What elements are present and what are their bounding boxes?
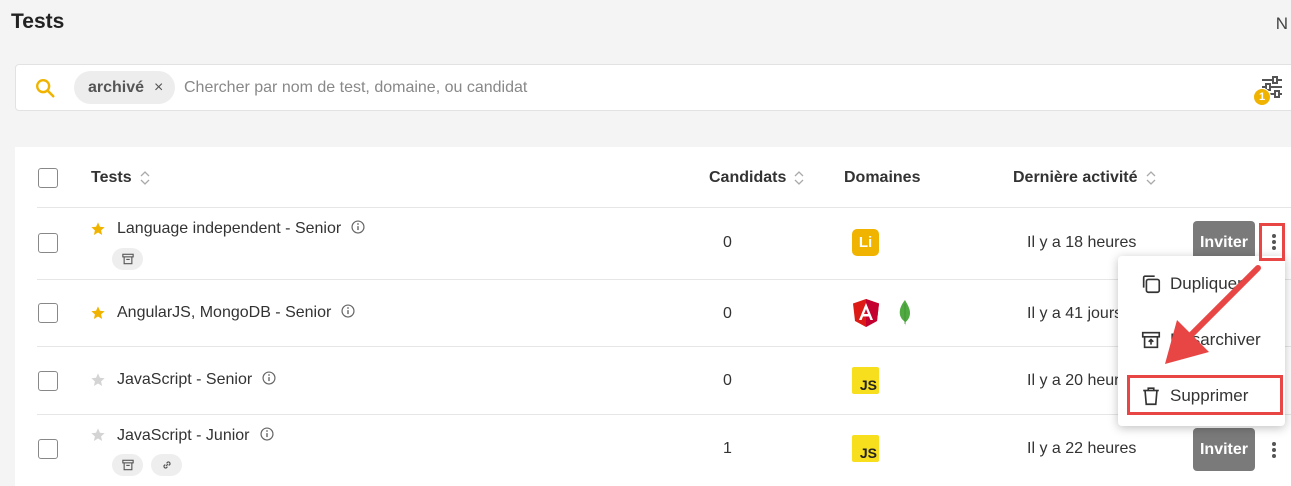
header-domains-label: Domaines	[844, 169, 921, 186]
header-activity[interactable]: Dernière activité	[1013, 169, 1156, 187]
test-name-label: Language independent - Senior	[117, 220, 342, 237]
archive-icon	[121, 459, 134, 471]
table-row[interactable]: JavaScript - Senior 0 JS Il y a 20 heure…	[15, 347, 1291, 414]
menu-item-label: Désarchiver	[1170, 330, 1261, 349]
test-name[interactable]: JavaScript - Junior	[117, 427, 274, 445]
header-candidates-label: Candidats	[709, 169, 787, 186]
tests-table: Tests Candidats Domaines Dernière activi…	[15, 147, 1291, 486]
test-name[interactable]: Language independent - Senior	[117, 220, 365, 238]
row-checkbox[interactable]	[38, 303, 58, 323]
page-title: Tests	[11, 10, 65, 33]
test-name-label: AngularJS, MongoDB - Senior	[117, 304, 332, 321]
chip-close-icon[interactable]: ×	[154, 79, 163, 97]
info-icon[interactable]	[262, 371, 276, 385]
header-domains: Domaines	[844, 169, 920, 187]
sort-icon	[1146, 171, 1155, 185]
search-input[interactable]	[184, 76, 884, 100]
archived-tag	[112, 248, 143, 270]
select-all-checkbox[interactable]	[38, 168, 58, 188]
sort-icon	[140, 171, 150, 185]
archived-tag	[112, 454, 143, 476]
search-bar: archivé × 1	[15, 64, 1291, 111]
sort-icon	[794, 171, 804, 185]
table-row[interactable]: JavaScript - Junior 1 JS Il y a 22 heure…	[15, 415, 1291, 486]
test-name-label: JavaScript - Senior	[117, 371, 253, 388]
last-activity: Il y a 18 heures	[1027, 234, 1137, 251]
more-vertical-icon[interactable]	[1269, 440, 1279, 460]
table-row[interactable]: AngularJS, MongoDB - Senior 0 Il y a 41 …	[15, 280, 1291, 346]
filter-chip-archived: archivé ×	[74, 71, 176, 104]
candidates-count: 1	[723, 440, 732, 457]
invite-button[interactable]: Inviter	[1193, 428, 1255, 471]
more-vertical-icon[interactable]	[1269, 232, 1279, 252]
candidates-count: 0	[723, 234, 732, 251]
info-icon[interactable]	[259, 427, 274, 441]
menu-item-label: Supprimer	[1170, 386, 1249, 405]
copy-icon	[1142, 275, 1161, 294]
star-filled-icon[interactable]	[90, 305, 106, 321]
test-name[interactable]: JavaScript - Senior	[117, 371, 276, 389]
candidates-count: 0	[723, 372, 732, 389]
mongodb-icon	[899, 300, 910, 326]
top-right-letter: N	[1275, 14, 1288, 33]
domain-js-badge: JS	[852, 435, 879, 462]
table-row[interactable]: Language independent - Senior 0 Li Il y …	[15, 208, 1291, 279]
header-candidates[interactable]: Candidats	[709, 169, 804, 187]
header-tests-label: Tests	[91, 169, 132, 186]
filter-count-badge: 1	[1253, 88, 1271, 106]
test-name-label: JavaScript - Junior	[117, 427, 250, 444]
candidates-count: 0	[723, 305, 732, 322]
link-icon	[162, 461, 171, 469]
last-activity: Il y a 22 heures	[1027, 440, 1137, 457]
row-checkbox[interactable]	[38, 233, 58, 253]
menu-item-duplicate[interactable]: Dupliquer	[1118, 269, 1285, 299]
domain-js-badge: JS	[852, 367, 879, 394]
trash-icon	[1143, 387, 1159, 406]
filter-chip-label: archivé	[88, 78, 145, 96]
angular-icon	[853, 299, 879, 327]
domain-li-badge: Li	[852, 229, 879, 256]
menu-item-unarchive[interactable]: Désarchiver	[1118, 325, 1285, 355]
header-activity-label: Dernière activité	[1013, 169, 1138, 186]
row-actions-menu: Dupliquer Désarchiver Supprimer	[1118, 256, 1285, 426]
star-filled-icon[interactable]	[90, 221, 106, 237]
menu-item-delete[interactable]: Supprimer	[1118, 381, 1285, 411]
unarchive-icon	[1141, 331, 1161, 349]
header-tests[interactable]: Tests	[91, 169, 150, 187]
info-icon[interactable]	[341, 304, 355, 318]
search-icon	[36, 79, 55, 98]
last-activity: Il y a 41 jours	[1027, 305, 1123, 322]
link-tag[interactable]	[151, 454, 182, 476]
row-checkbox[interactable]	[38, 439, 58, 459]
archive-icon	[121, 253, 134, 265]
menu-item-label: Dupliquer	[1170, 274, 1243, 293]
row-checkbox[interactable]	[38, 371, 58, 391]
info-icon[interactable]	[351, 220, 365, 234]
star-outline-icon[interactable]	[90, 372, 106, 388]
test-name[interactable]: AngularJS, MongoDB - Senior	[117, 304, 355, 322]
star-outline-icon[interactable]	[90, 427, 106, 443]
